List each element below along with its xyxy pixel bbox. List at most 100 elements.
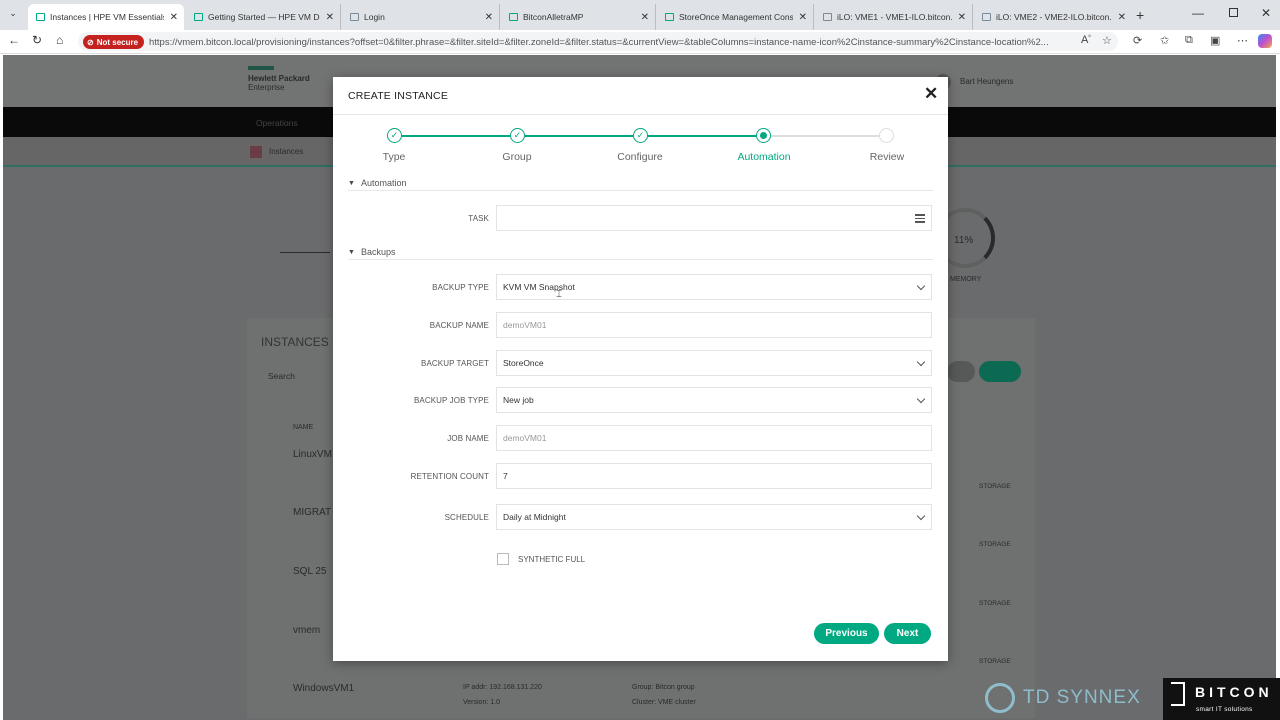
backup-job-type-select[interactable]: New job xyxy=(496,387,932,413)
section-divider xyxy=(348,190,933,191)
browser-tab-bitconalletramp[interactable]: BitconAlletraMP ✕ xyxy=(501,4,656,30)
step-label-automation[interactable]: Automation xyxy=(719,151,809,163)
step-label-type[interactable]: Type xyxy=(349,151,439,163)
synthetic-full-label[interactable]: SYNTHETIC FULL xyxy=(518,555,585,564)
browser-tab-login[interactable]: Login ✕ xyxy=(342,4,500,30)
list-icon[interactable] xyxy=(915,214,925,223)
td-synnex-watermark: TD SYNNEX xyxy=(985,675,1165,720)
mouse-cursor: ⌶ xyxy=(556,289,562,300)
browser-tab-getting-started[interactable]: Getting Started — HPE VM Doc ✕ xyxy=(186,4,341,30)
bitcon-logo-icon xyxy=(1171,682,1185,706)
back-icon[interactable]: ← xyxy=(8,33,20,47)
step-connector xyxy=(771,135,879,137)
tab-favicon-icon xyxy=(36,13,45,21)
backup-target-select[interactable]: StoreOnce xyxy=(496,350,932,376)
step-type-check-icon[interactable]: ✓ xyxy=(387,128,402,143)
url-text: https://vmem.bitcon.local/provisioning/i… xyxy=(149,37,1049,48)
not-secure-badge[interactable]: ⊘ Not secure xyxy=(83,35,145,49)
instance-cluster: Cluster: VME cluster xyxy=(632,699,696,706)
chevron-down-icon xyxy=(916,281,926,291)
task-label: TASK xyxy=(468,214,489,223)
instance-row-name[interactable]: WindowsVM1 xyxy=(293,683,354,694)
instance-row-name[interactable]: SQL 25 xyxy=(293,566,327,577)
user-name[interactable]: Bart Heungens xyxy=(960,77,1013,86)
storage-label: STORAGE xyxy=(979,600,1011,607)
close-tab-icon[interactable]: ✕ xyxy=(793,12,813,23)
chevron-down-icon xyxy=(916,357,926,367)
backup-target-label: BACKUP TARGET xyxy=(421,359,489,368)
step-label-group[interactable]: Group xyxy=(472,151,562,163)
backup-name-label: BACKUP NAME xyxy=(429,321,489,330)
tab-favicon-icon xyxy=(350,13,359,21)
breadcrumb-instances[interactable]: Instances xyxy=(269,147,303,156)
workflow-graphic xyxy=(280,252,330,260)
brand-name: Hewlett Packard xyxy=(248,74,310,83)
storage-label: STORAGE xyxy=(979,483,1011,490)
browser-tab-storeonce[interactable]: StoreOnce Management Conso ✕ xyxy=(657,4,814,30)
split-screen-icon[interactable]: ⧉ xyxy=(1185,34,1193,47)
close-tab-icon[interactable]: ✕ xyxy=(479,12,499,23)
tab-favicon-icon xyxy=(194,13,203,21)
create-instance-modal: CREATE INSTANCE ✕ ✓ ✓ ✓ Type Group Confi… xyxy=(333,77,948,661)
job-name-input[interactable]: demoVM01 xyxy=(496,425,932,451)
retention-count-input[interactable]: 7 xyxy=(496,463,932,489)
tab-favicon-icon xyxy=(665,13,674,21)
read-aloud-icon[interactable]: Aᵃ xyxy=(1081,34,1091,46)
name-column-header: NAME xyxy=(293,424,314,431)
schedule-select[interactable]: Daily at Midnight xyxy=(496,504,932,530)
reload-icon[interactable]: ↻ xyxy=(32,33,42,47)
close-tab-icon[interactable]: ✕ xyxy=(952,12,972,23)
favorite-star-icon[interactable]: ☆ xyxy=(1102,34,1112,47)
schedule-label: SCHEDULE xyxy=(444,513,489,522)
tab-favicon-icon xyxy=(823,13,832,21)
new-tab-button[interactable]: + xyxy=(1136,7,1144,23)
browser-tab-ilo-vme2[interactable]: iLO: VME2 - VME2-ILO.bitcon.lo ✕ xyxy=(974,4,1132,30)
nav-operations[interactable]: Operations xyxy=(256,118,298,128)
browser-tab-ilo-vme1[interactable]: iLO: VME1 - VME1-ILO.bitcon.lo ✕ xyxy=(815,4,973,30)
step-group-check-icon[interactable]: ✓ xyxy=(510,128,525,143)
backups-section-toggle[interactable]: ▼ Backups xyxy=(348,247,395,257)
task-select[interactable] xyxy=(496,205,932,231)
next-button[interactable]: Next xyxy=(884,623,931,644)
synthetic-full-checkbox[interactable] xyxy=(497,553,509,565)
favorites-icon[interactable]: ✩ xyxy=(1160,34,1169,47)
close-tab-icon[interactable]: ✕ xyxy=(635,12,655,23)
instances-search[interactable]: Search xyxy=(268,371,295,381)
collections-icon[interactable]: ▣ xyxy=(1210,34,1220,47)
bitcon-logo: BITCON smart IT solutions xyxy=(1163,678,1280,720)
hpe-logo xyxy=(248,66,274,70)
backup-name-input[interactable]: demoVM01 xyxy=(496,312,932,338)
home-icon[interactable]: ⌂ xyxy=(56,33,63,47)
storage-label: STORAGE xyxy=(979,541,1011,548)
step-connector xyxy=(525,135,633,137)
instances-icon xyxy=(250,146,262,158)
instances-heading: INSTANCES xyxy=(261,335,329,349)
filter-button[interactable] xyxy=(947,361,975,382)
tab-list-button[interactable]: ⌄ xyxy=(6,8,20,22)
settings-gear-button[interactable] xyxy=(979,361,1021,382)
close-tab-icon[interactable]: ✕ xyxy=(164,12,184,23)
minimize-window-button[interactable]: — xyxy=(1192,6,1204,20)
browser-tab-instances[interactable]: Instances | HPE VM Essentials ✕ xyxy=(28,4,184,30)
instance-row-name[interactable]: LinuxVM xyxy=(293,449,332,460)
step-connector xyxy=(648,135,756,137)
step-label-configure[interactable]: Configure xyxy=(595,151,685,163)
close-tab-icon[interactable]: ✕ xyxy=(320,12,340,23)
instance-row-name[interactable]: vmem xyxy=(293,625,320,636)
close-tab-icon[interactable]: ✕ xyxy=(1112,12,1132,23)
extension-icon[interactable]: ⟳ xyxy=(1133,34,1142,47)
instance-row-name[interactable]: MIGRAT xyxy=(293,507,331,518)
step-review-pending xyxy=(879,128,894,143)
copilot-icon[interactable] xyxy=(1258,34,1272,48)
backup-type-label: BACKUP TYPE xyxy=(432,283,489,292)
more-menu-icon[interactable]: ⋯ xyxy=(1237,34,1248,47)
maximize-window-button[interactable] xyxy=(1229,8,1238,17)
close-window-button[interactable]: ✕ xyxy=(1261,6,1271,20)
step-configure-check-icon[interactable]: ✓ xyxy=(633,128,648,143)
previous-button[interactable]: Previous xyxy=(814,623,879,644)
step-automation-current[interactable] xyxy=(756,128,771,143)
close-icon[interactable]: ✕ xyxy=(924,84,938,104)
storage-label: STORAGE xyxy=(979,658,1011,665)
automation-section-toggle[interactable]: ▼ Automation xyxy=(348,178,406,188)
tab-favicon-icon xyxy=(982,13,991,21)
